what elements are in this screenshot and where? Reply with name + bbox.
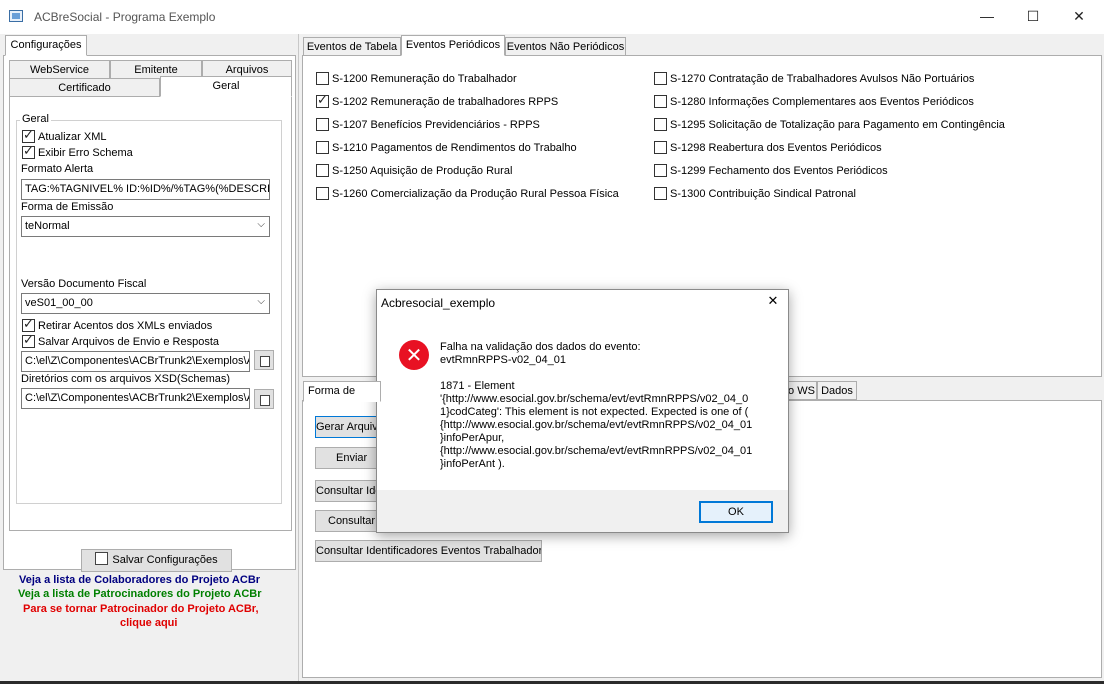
main-window: ACBreSocial - Programa Exemplo — ☐ ✕ Con… — [0, 0, 1104, 684]
event-label: S-1207 Benefícios Previdenciários - RPPS — [332, 119, 540, 131]
event-checkbox[interactable] — [316, 187, 329, 200]
tab-eventos-tabela[interactable]: Eventos de Tabela — [303, 37, 401, 56]
event-label: S-1250 Aquisição de Produção Rural — [332, 165, 513, 177]
retirar-acentos-checkbox[interactable] — [22, 317, 35, 332]
dialog-message: Falha na validação dos dados do evento: … — [440, 341, 753, 470]
save-config-button[interactable]: Salvar Configurações — [81, 549, 232, 572]
atualizar-xml-label: Atualizar XML — [38, 131, 107, 143]
event-label: S-1260 Comercialização da Produção Rural… — [332, 188, 619, 200]
versao-value: veS01_00_00 — [25, 297, 93, 309]
event-checkbox[interactable] — [316, 72, 329, 85]
consultar-identificadores-button[interactable]: Consultar Identificadores — [315, 480, 385, 502]
forma-emissao-select[interactable]: teNormal ⌵ — [21, 216, 270, 237]
enviar-button[interactable]: Enviar — [315, 447, 385, 469]
event-checkbox[interactable] — [654, 95, 667, 108]
dialog-button-bar: OK — [377, 490, 788, 532]
salvar-arquivos-label: Salvar Arquivos de Envio e Resposta — [38, 336, 219, 348]
save-icon — [95, 552, 109, 565]
xsd-label: Diretórios com os arquivos XSD(Schemas) — [21, 373, 231, 385]
formato-alerta-input[interactable]: TAG:%TAGNIVEL% ID:%ID%/%TAG%(%DESCRI — [21, 179, 270, 200]
event-label: S-1300 Contribuição Sindical Patronal — [670, 188, 856, 200]
error-icon: ✕ — [399, 340, 429, 370]
versao-select[interactable]: veS01_00_00 ⌵ — [21, 293, 270, 314]
minimize-button[interactable]: — — [964, 0, 1010, 34]
consultar-button[interactable]: Consultar — [315, 510, 385, 532]
exibir-erro-label: Exibir Erro Schema — [38, 147, 133, 159]
event-checkbox[interactable] — [654, 164, 667, 177]
consultar-identificadores-trabalhador-button[interactable]: Consultar Identificadores Eventos Trabal… — [315, 540, 542, 562]
link-clique-aqui[interactable]: clique aqui — [120, 617, 177, 629]
left-pane: Configurações WebService Emitente Arquiv… — [0, 34, 299, 681]
event-label: S-1299 Fechamento dos Eventos Periódicos — [670, 165, 888, 177]
tab-configuracoes[interactable]: Configurações — [5, 35, 87, 56]
tab-eventos-nao-periodicos[interactable]: Eventos Não Periódicos — [505, 37, 626, 56]
tab-forma-envio[interactable]: Forma de Envio — [303, 381, 381, 402]
chevron-down-icon: ⌵ — [257, 296, 265, 307]
event-checkbox[interactable] — [316, 118, 329, 131]
chevron-down-icon: ⌵ — [257, 219, 265, 230]
forma-emissao-label: Forma de Emissão — [21, 201, 114, 213]
error-dialog: Acbresocial_exemplo ✕ ✕ Falha na validaç… — [376, 289, 789, 533]
gerar-arquivos-button[interactable]: Gerar Arquivos — [315, 416, 385, 438]
group-geral-label: Geral — [20, 113, 51, 125]
versao-label: Versão Documento Fiscal — [21, 278, 147, 290]
folder-icon[interactable] — [254, 389, 274, 409]
event-checkbox[interactable] — [654, 187, 667, 200]
tab-dados[interactable]: Dados — [817, 381, 857, 400]
title-bar: ACBreSocial - Programa Exemplo — ☐ ✕ — [0, 0, 1104, 34]
link-patrocinadores[interactable]: Veja a lista de Patrocinadores do Projet… — [18, 588, 262, 600]
event-checkbox[interactable] — [654, 118, 667, 131]
salvar-arquivos-checkbox[interactable] — [22, 333, 35, 348]
event-checkbox[interactable] — [316, 141, 329, 154]
maximize-button[interactable]: ☐ — [1010, 0, 1056, 34]
path-xsd-input[interactable]: C:\el\Z\Componentes\ACBrTrunk2\Exemplos\… — [21, 388, 250, 409]
window-title: ACBreSocial - Programa Exemplo — [34, 10, 216, 24]
event-label: S-1298 Reabertura dos Eventos Periódicos — [670, 142, 882, 154]
event-label: S-1202 Remuneração de trabalhadores RPPS — [332, 96, 559, 108]
event-label: S-1270 Contratação de Trabalhadores Avul… — [670, 73, 975, 85]
formato-alerta-label: Formato Alerta — [21, 163, 94, 175]
event-label: S-1200 Remuneração do Trabalhador — [332, 73, 517, 85]
event-label: S-1280 Informações Complementares aos Ev… — [670, 96, 974, 108]
path-envio-input[interactable]: C:\el\Z\Componentes\ACBrTrunk2\Exemplos\… — [21, 351, 250, 372]
link-tornar-patrocinador[interactable]: Para se tornar Patrocinador do Projeto A… — [23, 603, 259, 615]
dialog-close-button[interactable]: ✕ — [761, 293, 785, 313]
event-checkbox[interactable] — [654, 72, 667, 85]
event-label: S-1295 Solicitação de Totalização para P… — [670, 119, 1005, 131]
event-label: S-1210 Pagamentos de Rendimentos do Trab… — [332, 142, 577, 154]
tab-webservice[interactable]: WebService — [9, 60, 110, 79]
retirar-acentos-label: Retirar Acentos dos XMLs enviados — [38, 320, 213, 332]
event-checkbox[interactable] — [316, 164, 329, 177]
app-icon — [9, 10, 23, 22]
tab-ws[interactable]: o WS — [786, 381, 817, 400]
event-checkbox[interactable] — [316, 93, 329, 108]
save-config-label: Salvar Configurações — [112, 554, 218, 566]
tab-certificado[interactable]: Certificado — [9, 78, 160, 97]
link-colaboradores[interactable]: Veja a lista de Colaboradores do Projeto… — [19, 574, 260, 586]
atualizar-xml-checkbox[interactable] — [22, 128, 35, 143]
dialog-title: Acbresocial_exemplo — [381, 296, 496, 310]
tab-eventos-periodicos[interactable]: Eventos Periódicos — [401, 35, 505, 56]
forma-emissao-value: teNormal — [25, 220, 70, 232]
tab-geral[interactable]: Geral — [160, 76, 292, 97]
ok-button[interactable]: OK — [699, 501, 773, 523]
event-checkbox[interactable] — [654, 141, 667, 154]
folder-icon[interactable] — [254, 350, 274, 370]
close-button[interactable]: ✕ — [1056, 0, 1102, 34]
exibir-erro-checkbox[interactable] — [22, 144, 35, 159]
